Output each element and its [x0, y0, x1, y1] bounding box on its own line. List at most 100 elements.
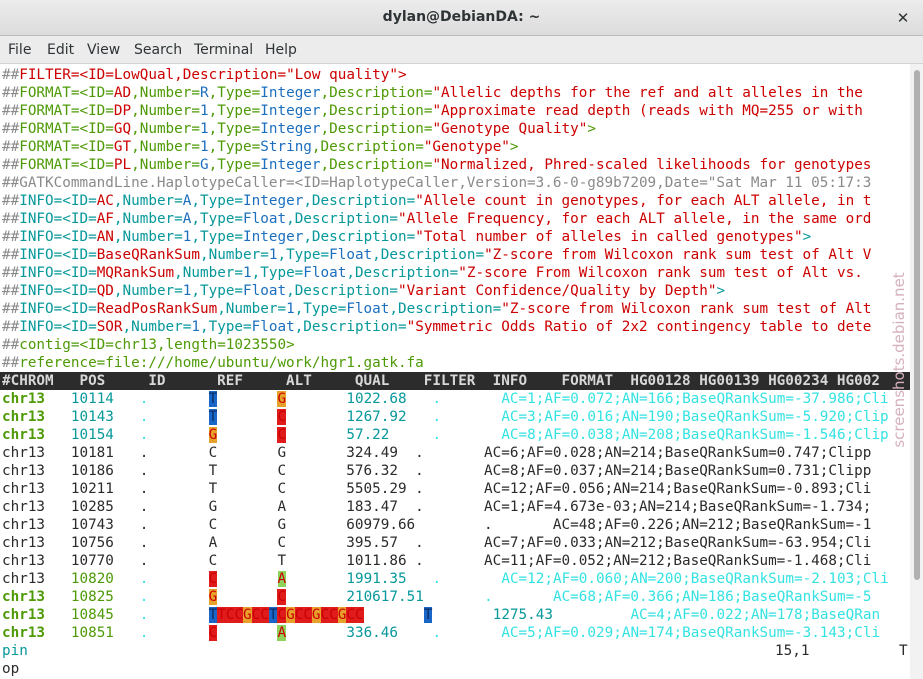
menu-file[interactable]: File [8, 42, 31, 58]
terminal-line: pin [2, 642, 28, 660]
text-segment: G [243, 607, 252, 623]
text-segment: ,Number= [131, 139, 200, 155]
text-segment: Integer [243, 229, 304, 245]
terminal-line: chr13 10114 . T G 1022.68 . AC=1;AF=0.07… [2, 390, 889, 408]
text-segment [286, 391, 346, 407]
text-segment: C [277, 589, 287, 605]
text-segment: INFO=<ID= [19, 247, 97, 263]
text-segment: . [432, 625, 442, 641]
text-segment [441, 571, 501, 587]
text-segment: "Total number of alleles in called genot… [415, 229, 803, 245]
text-segment: chr13 [2, 607, 46, 623]
text-segment [286, 571, 346, 587]
window-title: dylan@DebianDA: ~ [382, 9, 541, 25]
text-segment: "Z-score From Wilcoxon rank sum test of … [458, 265, 872, 281]
menu-edit[interactable]: Edit [47, 42, 74, 58]
terminal-area[interactable]: 15,1 T ##FILTER=<ID=LowQual,Description=… [0, 64, 910, 679]
text-segment: chr13 [2, 589, 46, 605]
text-segment: C [320, 607, 330, 623]
text-segment: ,Type= [191, 283, 244, 299]
text-segment: ,Description= [320, 157, 433, 173]
text-segment: C [277, 427, 287, 443]
text-segment: 1 [243, 265, 252, 281]
text-segment: ## [2, 121, 20, 137]
text-segment [148, 391, 208, 407]
text-segment: ,Type= [294, 301, 347, 317]
text-segment: ,Number= [131, 157, 200, 173]
text-segment: 10143 [45, 409, 140, 425]
text-segment: A [277, 625, 287, 641]
text-segment: 1022.68 [346, 391, 407, 407]
text-segment: ## [2, 301, 20, 317]
text-segment: 1 [286, 301, 295, 317]
text-segment: 1267.92 [346, 409, 407, 425]
text-segment: C [251, 607, 261, 623]
menu-help[interactable]: Help [265, 42, 297, 58]
text-segment: AC=12;AF=0.060;AN=200;BaseQRankSum=-2.10… [501, 571, 889, 587]
text-segment: chr13 [2, 409, 46, 425]
text-segment [407, 391, 433, 407]
text-segment: contig=<ID=chr13,length=1023550> [19, 337, 295, 353]
text-segment: chr13 10743 . C G 60979.66 . AC=48;AF=0.… [2, 517, 872, 533]
text-segment [148, 427, 208, 443]
text-segment: . [432, 391, 442, 407]
menu-search[interactable]: Search [134, 42, 182, 58]
text-segment: G [286, 607, 295, 623]
text-segment: ,Description= [320, 103, 433, 119]
text-segment: 1 [200, 121, 209, 137]
menu-view[interactable]: View [87, 42, 120, 58]
close-icon[interactable]: ✕ [894, 9, 912, 27]
terminal-line: chr13 10285 . G A 183.47 . AC=1;AF=4.673… [2, 498, 871, 516]
text-segment: 210617.51 [346, 589, 424, 605]
text-segment: ,Description= [294, 319, 407, 335]
text-segment: ,Description= [320, 85, 433, 101]
text-segment [286, 427, 346, 443]
text-segment: Integer [260, 103, 321, 119]
text-segment: ,Description= [286, 283, 398, 299]
terminal-line: chr13 10181 . C G 324.49 . AC=6;AF=0.028… [2, 444, 871, 462]
text-segment [441, 391, 501, 407]
terminal-line: chr13 10770 . C T 1011.86 . AC=11;AF=0.0… [2, 552, 871, 570]
text-segment [148, 625, 208, 641]
text-segment: ,Description= [311, 139, 424, 155]
text-segment: ,Number= [131, 85, 200, 101]
text-segment: ,Number= [217, 301, 287, 317]
text-segment: ## [2, 85, 20, 101]
text-segment: ,Type= [191, 193, 244, 209]
text-segment: C [303, 607, 312, 623]
text-segment: A [277, 571, 287, 587]
terminal-line: chr13 10825 . G C 210617.51 . AC=68;AF=0… [2, 588, 871, 606]
terminal-line: chr13 10845 . TTCCGCCTCGCCGCCGCC T 1275.… [2, 606, 880, 624]
text-segment: BaseQRankSum [96, 247, 200, 263]
text-segment: ,Type= [277, 247, 330, 263]
text-segment: chr13 10211 . T C 5505.29 . AC=12;AF=0.0… [2, 481, 872, 497]
terminal-line: ##FORMAT=<ID=DP,Number=1,Type=Integer,De… [2, 102, 863, 120]
text-segment: reference=file:///home/ubuntu/work/hgr1.… [19, 355, 424, 371]
text-segment: INFO=<ID= [19, 229, 97, 245]
text-segment: GQ [113, 121, 132, 137]
text-segment: T [217, 607, 226, 623]
text-segment: chr13 10186 . T C 576.32 . AC=8;AF=0.037… [2, 463, 872, 479]
text-segment: FORMAT=<ID= [19, 103, 114, 119]
text-segment: 10851 [45, 625, 140, 641]
text-segment: AC=5;AF=0.029;AN=174;BaseQRankSum=-3.143… [501, 625, 881, 641]
text-segment: ReadPosRankSum [96, 301, 218, 317]
text-segment: C [346, 607, 355, 623]
text-segment: ,Description= [372, 247, 485, 263]
text-segment [441, 427, 501, 443]
text-segment: . [432, 427, 442, 443]
text-segment: ## [2, 157, 20, 173]
terminal-line: op [2, 660, 19, 678]
text-segment: "Variant Confidence/Quality by Depth" [398, 283, 717, 299]
terminal-line: ##INFO=<ID=AF,Number=A,Type=Float,Descri… [2, 210, 871, 228]
text-segment: ,Description= [346, 265, 459, 281]
text-segment: chr13 [2, 571, 71, 587]
text-segment: G [277, 391, 287, 407]
terminal-line: chr13 10743 . C G 60979.66 . AC=48;AF=0.… [2, 516, 871, 534]
menu-terminal[interactable]: Terminal [194, 42, 253, 58]
text-segment: 10820 [70, 571, 114, 587]
text-segment: ## [2, 193, 20, 209]
text-segment: FORMAT=<ID= [19, 139, 114, 155]
text-segment: AC=3;AF=0.016;AN=190;BaseQRankSum=-5.920… [501, 409, 889, 425]
text-segment: 10114 [45, 391, 140, 407]
